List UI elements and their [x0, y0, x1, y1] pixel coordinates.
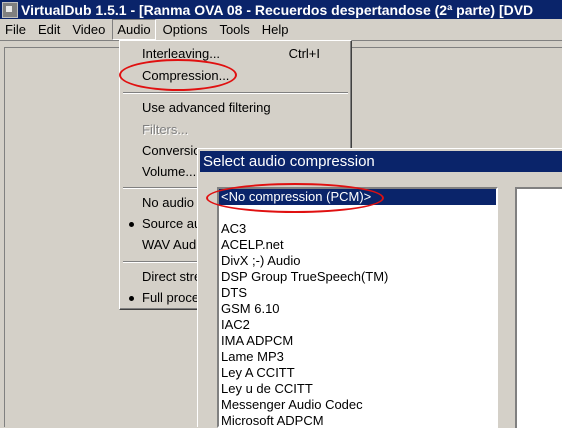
interleaving-shortcut: Ctrl+I	[288, 46, 320, 61]
codec-list-item[interactable]: Lame MP3	[219, 349, 496, 365]
window-title: VirtualDub 1.5.1 - [Ranma OVA 08 - Recue…	[21, 1, 534, 18]
codec-list-item[interactable]: <No compression (PCM)>	[219, 189, 496, 205]
select-audio-compression-dialog: Select audio compression <No compression…	[197, 148, 562, 428]
codec-list-item[interactable]: Microsoft ADPCM	[219, 413, 496, 426]
menu-item-compression[interactable]: Compression...	[121, 66, 350, 86]
menu-separator	[123, 92, 348, 94]
menu-tools[interactable]: Tools	[214, 20, 254, 39]
filters-label: Filters...	[142, 122, 189, 137]
codec-list-item[interactable]: Ley A CCITT	[219, 365, 496, 381]
radio-bullet-icon	[129, 222, 134, 227]
compression-label: Compression...	[142, 68, 230, 83]
codec-list-item[interactable]: ACELP.net	[219, 237, 496, 253]
codec-listbox[interactable]: <No compression (PCM)> AC3 ACELP.net Div…	[217, 187, 498, 428]
codec-list-item[interactable]	[219, 205, 496, 221]
window-title-bar[interactable]: VirtualDub 1.5.1 - [Ranma OVA 08 - Recue…	[0, 0, 562, 19]
menu-item-advanced-filtering[interactable]: Use advanced filtering	[121, 98, 350, 118]
codec-list-item[interactable]: Ley u de CCITT	[219, 381, 496, 397]
interleaving-label: Interleaving...	[142, 46, 221, 61]
codec-list-item[interactable]: IMA ADPCM	[219, 333, 496, 349]
dialog-title: Select audio compression	[203, 153, 375, 170]
dialog-title-bar[interactable]: Select audio compression	[200, 151, 562, 172]
volume-label: Volume...	[142, 164, 197, 179]
menu-video[interactable]: Video	[67, 20, 110, 39]
menu-item-filters: Filters...	[121, 120, 350, 140]
virtualdub-app-icon[interactable]	[2, 1, 18, 18]
menu-help[interactable]: Help	[257, 20, 294, 39]
menu-audio[interactable]: Audio	[112, 19, 156, 40]
codec-list-item[interactable]: Messenger Audio Codec	[219, 397, 496, 413]
codec-list-item[interactable]: GSM 6.10	[219, 301, 496, 317]
codec-list-item[interactable]: IAC2	[219, 317, 496, 333]
menu-file[interactable]: File	[0, 20, 31, 39]
menubar: File Edit Video Audio Options Tools Help	[0, 19, 562, 40]
menu-edit[interactable]: Edit	[33, 20, 65, 39]
radio-bullet-icon	[129, 296, 134, 301]
menu-options[interactable]: Options	[158, 20, 213, 39]
codec-list-item[interactable]: DSP Group TrueSpeech(TM)	[219, 269, 496, 285]
codec-list-item[interactable]: AC3	[219, 221, 496, 237]
format-listbox[interactable]	[515, 187, 562, 428]
menu-item-interleaving[interactable]: Interleaving... Ctrl+I	[121, 44, 350, 64]
codec-list-item[interactable]: DivX ;-) Audio	[219, 253, 496, 269]
advanced-filtering-label: Use advanced filtering	[142, 100, 271, 115]
no-audio-label: No audio	[142, 195, 195, 210]
codec-list-item[interactable]: DTS	[219, 285, 496, 301]
